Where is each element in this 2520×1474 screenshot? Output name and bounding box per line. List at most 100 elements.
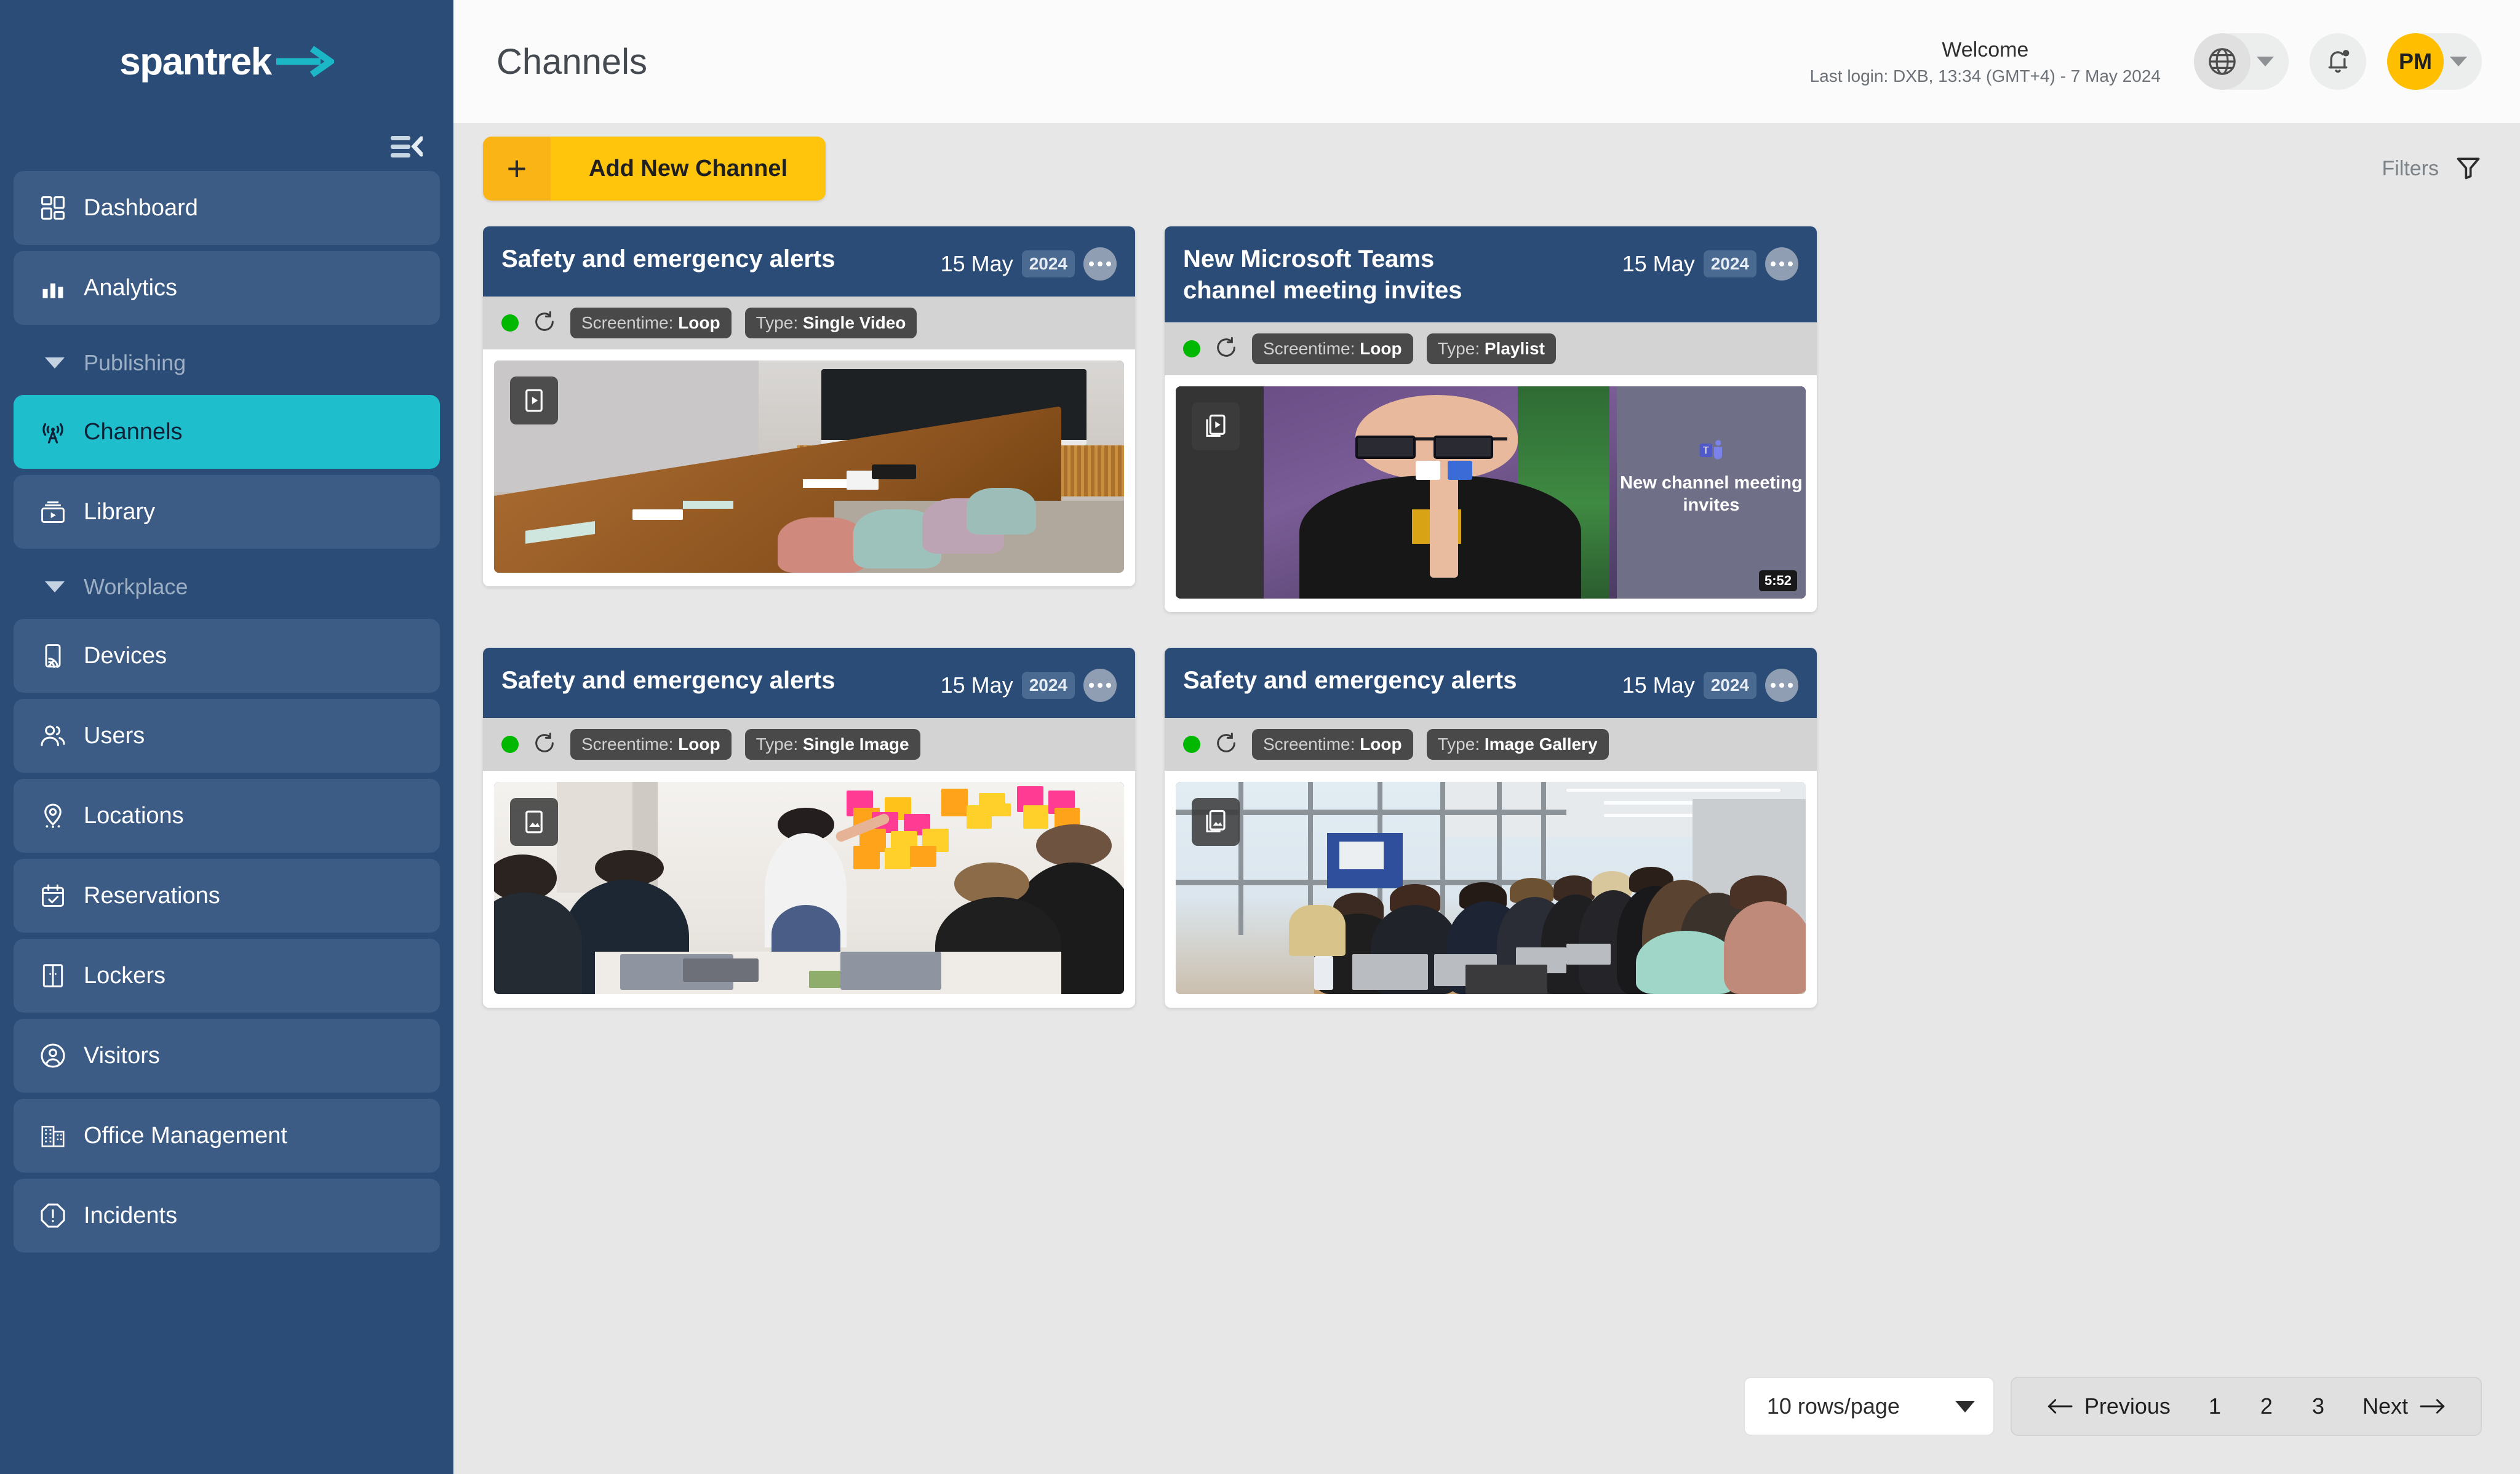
sidebar-item-label: Reservations <box>84 882 220 909</box>
user-menu[interactable]: PM <box>2387 33 2482 90</box>
card-title: New Microsoft Teams channel meeting invi… <box>1183 245 1462 305</box>
collapse-sidebar-icon[interactable] <box>389 133 424 161</box>
channel-card[interactable]: Safety and emergency alerts 15 May 2024 <box>483 226 1135 586</box>
card-options-button[interactable] <box>1765 669 1798 703</box>
page-number-3[interactable]: 3 <box>2292 1393 2344 1419</box>
top-header: Channels Welcome Last login: DXB, 13:34 … <box>453 0 2520 123</box>
card-thumbnail[interactable] <box>1176 782 1806 995</box>
visitor-badge-icon <box>38 1041 68 1070</box>
sidebar-item-visitors[interactable]: Visitors <box>14 1019 440 1093</box>
sidebar-item-library[interactable]: Library <box>14 475 440 549</box>
playlist-icon <box>1192 402 1240 451</box>
loop-refresh-icon <box>532 309 557 337</box>
channel-card[interactable]: Safety and emergency alerts 15 May 2024 <box>1165 648 1817 1008</box>
channel-card-grid: Safety and emergency alerts 15 May 2024 <box>453 214 2520 1357</box>
device-cast-icon <box>38 641 68 671</box>
sidebar-item-incidents[interactable]: Incidents <box>14 1179 440 1253</box>
brand-logo[interactable]: spantrek <box>0 0 453 123</box>
brand-name: spantrek <box>119 40 272 83</box>
channel-card[interactable]: Safety and emergency alerts 15 May 2024 <box>483 648 1135 1008</box>
add-new-channel-button[interactable]: + Add New Channel <box>483 137 826 201</box>
map-pin-icon <box>38 801 68 831</box>
sidebar-item-locations[interactable]: Locations <box>14 779 440 853</box>
sidebar-item-label: Channels <box>84 418 183 445</box>
sidebar-item-label: Visitors <box>84 1042 160 1069</box>
rows-per-page-select[interactable]: 10 rows/page <box>1743 1377 1995 1436</box>
filters-label: Filters <box>2382 156 2439 180</box>
card-thumbnail[interactable]: T New channel meeting invites 5:52 <box>1176 386 1806 599</box>
card-meta: 15 May 2024 <box>1622 244 1798 281</box>
card-status-bar: Screentime: Loop Type: Playlist <box>1165 322 1817 376</box>
card-meta: 15 May 2024 <box>940 665 1117 703</box>
bell-icon <box>2323 45 2353 79</box>
thumbnail-image-glass-meeting <box>1176 782 1806 995</box>
thumbnail-overlay-text: New channel meeting invites <box>1620 473 1803 515</box>
plus-icon: + <box>483 137 551 201</box>
sidebar-item-channels[interactable]: Channels <box>14 395 440 469</box>
thumbnail-image-workshop <box>494 782 1124 995</box>
sidebar-group-workplace[interactable]: Workplace <box>14 555 440 619</box>
card-header: Safety and emergency alerts 15 May 2024 <box>483 226 1135 297</box>
page-number-1[interactable]: 1 <box>2189 1393 2241 1419</box>
sidebar-item-reservations[interactable]: Reservations <box>14 859 440 933</box>
card-header: Safety and emergency alerts 15 May 2024 <box>483 648 1135 719</box>
card-thumbnail[interactable] <box>494 782 1124 995</box>
filters-button[interactable]: Filters <box>2382 154 2482 184</box>
language-selector[interactable] <box>2194 33 2289 90</box>
card-status-bar: Screentime: Loop Type: Image Gallery <box>1165 718 1817 771</box>
card-title: Safety and emergency alerts <box>501 245 835 273</box>
header-actions: Welcome Last login: DXB, 13:34 (GMT+4) -… <box>1810 33 2482 90</box>
sidebar-group-publishing[interactable]: Publishing <box>14 331 440 395</box>
sidebar-item-devices[interactable]: Devices <box>14 619 440 693</box>
sidebar-item-label: Devices <box>84 642 167 669</box>
arrow-right-icon <box>276 46 334 78</box>
card-date: 15 May <box>1622 251 1695 276</box>
collapse-row <box>0 123 453 171</box>
microsoft-teams-icon: T <box>1700 440 1723 460</box>
screentime-tag: Screentime: Loop <box>570 729 732 760</box>
sidebar-item-users[interactable]: Users <box>14 699 440 773</box>
card-status-bar: Screentime: Loop Type: Single Video <box>483 297 1135 349</box>
sidebar-item-label: Library <box>84 498 156 525</box>
card-body <box>483 349 1135 586</box>
funnel-icon <box>2455 154 2482 184</box>
alert-octagon-icon <box>38 1201 68 1230</box>
previous-page-button[interactable]: Previous <box>2028 1393 2189 1419</box>
card-meta: 15 May 2024 <box>941 244 1117 281</box>
card-options-button[interactable] <box>1083 669 1117 703</box>
sidebar-item-analytics[interactable]: Analytics <box>14 251 440 325</box>
card-title: Safety and emergency alerts <box>501 667 835 695</box>
video-duration: 5:52 <box>1758 570 1797 592</box>
next-page-button[interactable]: Next <box>2344 1393 2465 1419</box>
card-body: T New channel meeting invites 5:52 <box>1165 375 1817 613</box>
card-thumbnail[interactable] <box>494 361 1124 573</box>
sidebar: spantrek Dashboard Analytics Publishing … <box>0 0 453 1474</box>
app-root: spantrek Dashboard Analytics Publishing … <box>0 0 2520 1474</box>
type-tag: Type: Image Gallery <box>1426 729 1609 760</box>
arrow-right-icon <box>2420 1399 2445 1414</box>
card-options-button[interactable] <box>1765 247 1798 281</box>
sidebar-item-lockers[interactable]: Lockers <box>14 939 440 1013</box>
loop-refresh-icon <box>1214 731 1238 759</box>
sidebar-item-office-management[interactable]: Office Management <box>14 1099 440 1173</box>
card-options-button[interactable] <box>1083 247 1117 281</box>
card-meta: 15 May 2024 <box>1622 665 1798 703</box>
single-video-icon <box>510 376 558 424</box>
media-library-icon <box>38 497 68 527</box>
arrow-left-icon <box>2048 1399 2073 1414</box>
card-body <box>483 771 1135 1008</box>
page-number-2[interactable]: 2 <box>2241 1393 2292 1419</box>
users-icon <box>38 721 68 751</box>
notifications-button[interactable] <box>2310 33 2366 90</box>
sidebar-group-label: Workplace <box>84 574 188 599</box>
status-badge <box>1183 340 1200 358</box>
sidebar-item-dashboard[interactable]: Dashboard <box>14 171 440 245</box>
card-date: 15 May <box>940 672 1013 698</box>
channel-card[interactable]: New Microsoft Teams channel meeting invi… <box>1165 226 1817 613</box>
image-gallery-icon <box>1192 798 1240 847</box>
locker-icon <box>38 961 68 990</box>
chevron-down-icon <box>2257 57 2274 66</box>
bar-chart-icon <box>38 273 68 303</box>
calendar-check-icon <box>38 881 68 910</box>
pagination: Previous 1 2 3 Next <box>2010 1377 2482 1436</box>
